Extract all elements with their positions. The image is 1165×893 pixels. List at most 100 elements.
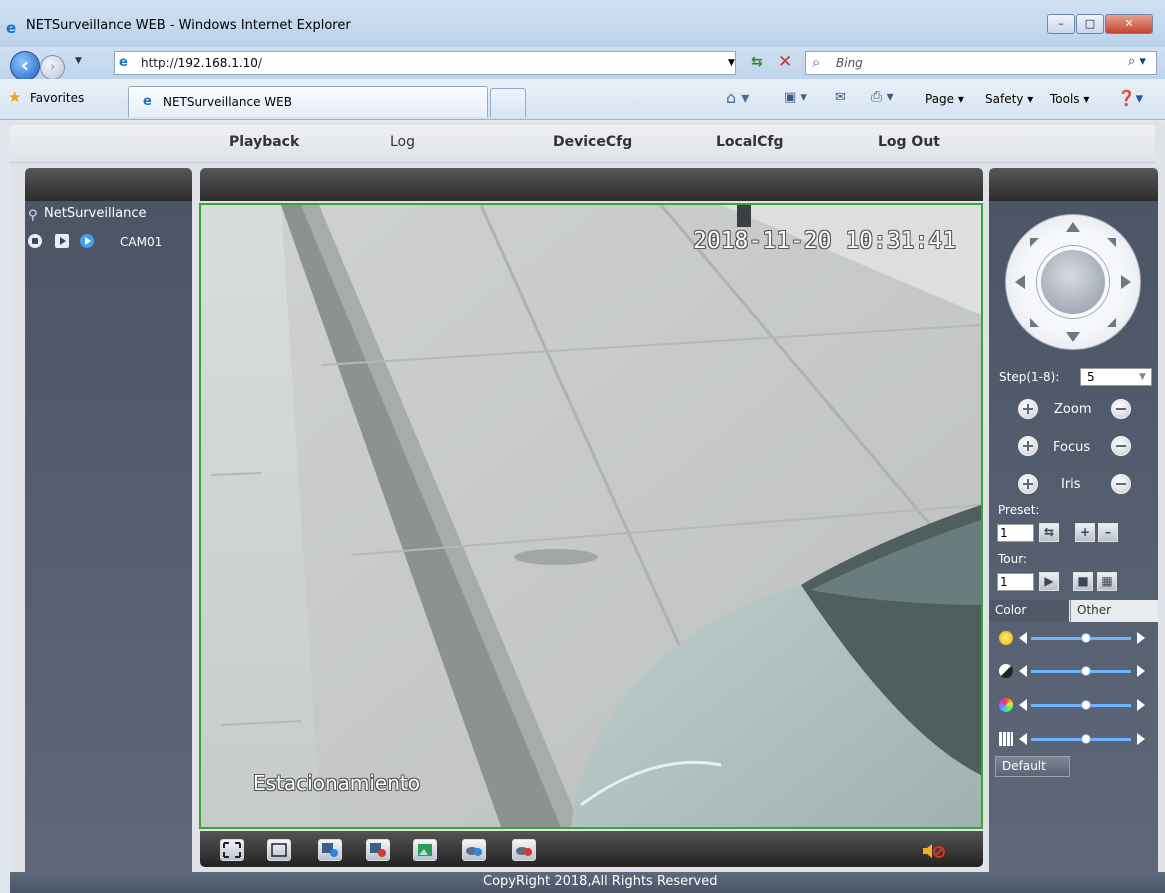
video-timestamp: 2018-11-20 10:31:41 <box>693 228 957 254</box>
search-input[interactable]: ⌕ Bing ⌕ ▾ <box>805 51 1157 75</box>
camera-stream-icon[interactable] <box>80 234 94 248</box>
safety-menu[interactable]: Safety ▾ <box>985 92 1033 106</box>
iris-open-button[interactable] <box>1018 474 1038 494</box>
brightness-decrease-icon[interactable] <box>1019 632 1027 644</box>
url-dropdown-icon[interactable]: ▼ <box>728 58 735 68</box>
brightness-increase-icon[interactable] <box>1137 632 1145 644</box>
maximize-button[interactable]: □ <box>1076 14 1104 34</box>
page-menu[interactable]: Page ▾ <box>925 92 964 106</box>
fullscreen-icon <box>223 842 241 858</box>
menu-devicecfg[interactable]: DeviceCfg <box>553 134 632 150</box>
preset-delete-button[interactable]: – <box>1098 523 1118 542</box>
zoom-in-button[interactable] <box>1018 399 1038 419</box>
device-tree-panel <box>25 201 192 872</box>
camera-talk-icon <box>466 847 482 856</box>
ptz-right-icon[interactable] <box>1121 275 1131 289</box>
pavement-stain <box>514 549 598 565</box>
menu-log[interactable]: Log <box>390 134 415 150</box>
url-input[interactable]: e http://192.168.1.10/ <box>114 51 736 75</box>
saturation-slider-knob[interactable] <box>1081 700 1091 710</box>
ptz-down-icon[interactable] <box>1066 332 1080 342</box>
hue-decrease-icon[interactable] <box>1019 733 1027 745</box>
footer-copyright: CopyRight 2018,All Rights Reserved <box>483 874 718 889</box>
color-wheel-icon <box>999 698 1013 712</box>
preset-goto-button[interactable]: ⇆ <box>1039 523 1059 542</box>
tools-menu[interactable]: Tools ▾ <box>1050 92 1089 106</box>
talk-stop-button[interactable] <box>512 839 536 861</box>
video-panel-header <box>200 168 983 201</box>
camera-frame <box>201 205 981 827</box>
hue-increase-icon[interactable] <box>1137 733 1145 745</box>
stop-icon[interactable]: ✕ <box>778 52 792 72</box>
favorites-button[interactable]: Favorites <box>30 91 84 105</box>
preset-input[interactable]: 1 <box>997 524 1034 542</box>
mail-icon[interactable]: ✉ <box>835 90 846 105</box>
contrast-increase-icon[interactable] <box>1137 665 1145 677</box>
tab-label: NETSurveillance WEB <box>163 95 292 109</box>
camera-label[interactable]: CAM01 <box>120 235 162 249</box>
contrast-slider-knob[interactable] <box>1081 666 1091 676</box>
audio-button[interactable] <box>921 840 947 862</box>
sun-icon <box>999 631 1013 645</box>
stop-record-button[interactable] <box>366 839 390 861</box>
snapshot-button[interactable] <box>413 839 437 861</box>
help-icon[interactable]: ❓▾ <box>1117 89 1143 107</box>
saturation-decrease-icon[interactable] <box>1019 699 1027 711</box>
zoom-out-button[interactable] <box>1111 399 1131 419</box>
search-go-icon[interactable]: ⌕ ▾ <box>1128 54 1146 69</box>
brightness-slider-knob[interactable] <box>1081 633 1091 643</box>
saturation-increase-icon[interactable] <box>1137 699 1145 711</box>
feeds-icon[interactable]: ▣ ▾ <box>784 90 807 105</box>
record-icon <box>322 843 338 857</box>
history-dropdown-icon[interactable]: ▼ <box>75 56 82 66</box>
menu-logout[interactable]: Log Out <box>878 134 940 150</box>
ptz-down-right-icon[interactable] <box>1107 318 1116 327</box>
step-dropdown-icon[interactable]: ▼ <box>1139 372 1146 382</box>
menu-playback[interactable]: Playback <box>229 134 299 150</box>
tour-stop-button[interactable]: ■ <box>1073 572 1093 591</box>
tree-root-label[interactable]: NetSurveillance <box>44 206 147 221</box>
page-icon: e <box>119 55 128 70</box>
stop-record-icon <box>370 843 386 857</box>
search-placeholder: Bing <box>836 56 863 70</box>
camera-stop-icon[interactable] <box>28 234 42 248</box>
ptz-left-icon[interactable] <box>1015 275 1025 289</box>
new-tab-button[interactable] <box>490 88 526 117</box>
tab-other[interactable]: Other <box>1070 600 1158 622</box>
home-icon[interactable]: ⌂ ▾ <box>726 88 749 107</box>
zoom-label: Zoom <box>1054 402 1092 417</box>
iris-close-button[interactable] <box>1111 474 1131 494</box>
menu-localcfg[interactable]: LocalCfg <box>716 134 783 150</box>
browser-tab[interactable]: e NETSurveillance WEB <box>128 86 488 117</box>
forward-button[interactable]: › <box>40 55 65 80</box>
focus-far-button[interactable] <box>1111 436 1131 456</box>
tour-start-button[interactable]: ▶ <box>1039 572 1059 591</box>
default-button[interactable]: Default <box>995 756 1070 777</box>
tour-input[interactable]: 1 <box>997 573 1034 591</box>
favorites-star-icon[interactable]: ★ <box>8 88 21 106</box>
close-button[interactable]: ✕ <box>1105 14 1153 34</box>
hue-slider-knob[interactable] <box>1081 734 1091 744</box>
back-button[interactable]: ‹ <box>10 51 40 81</box>
tab-color[interactable]: Color <box>989 600 1069 622</box>
single-view-button[interactable] <box>267 839 291 861</box>
video-view[interactable] <box>199 203 983 829</box>
fullscreen-button[interactable] <box>220 839 244 861</box>
tour-grid-button[interactable]: ▦ <box>1097 572 1117 591</box>
ptz-up-icon[interactable] <box>1066 222 1080 232</box>
ptz-down-left-icon[interactable] <box>1030 318 1039 327</box>
ptz-center-button[interactable] <box>1037 246 1109 318</box>
record-button[interactable] <box>318 839 342 861</box>
camera-play-icon[interactable] <box>55 234 69 248</box>
print-icon[interactable]: ⎙ ▾ <box>871 89 894 105</box>
ptz-up-right-icon[interactable] <box>1107 238 1116 247</box>
camera-talk-stop-icon <box>516 847 532 856</box>
focus-near-button[interactable] <box>1018 436 1038 456</box>
contrast-decrease-icon[interactable] <box>1019 665 1027 677</box>
talk-button[interactable] <box>462 839 486 861</box>
ptz-up-left-icon[interactable] <box>1030 238 1039 247</box>
preset-add-button[interactable]: + <box>1075 523 1095 542</box>
refresh-icon[interactable]: ⇆ <box>751 54 763 70</box>
left-panel-header <box>25 168 192 201</box>
minimize-button[interactable]: – <box>1047 14 1075 34</box>
